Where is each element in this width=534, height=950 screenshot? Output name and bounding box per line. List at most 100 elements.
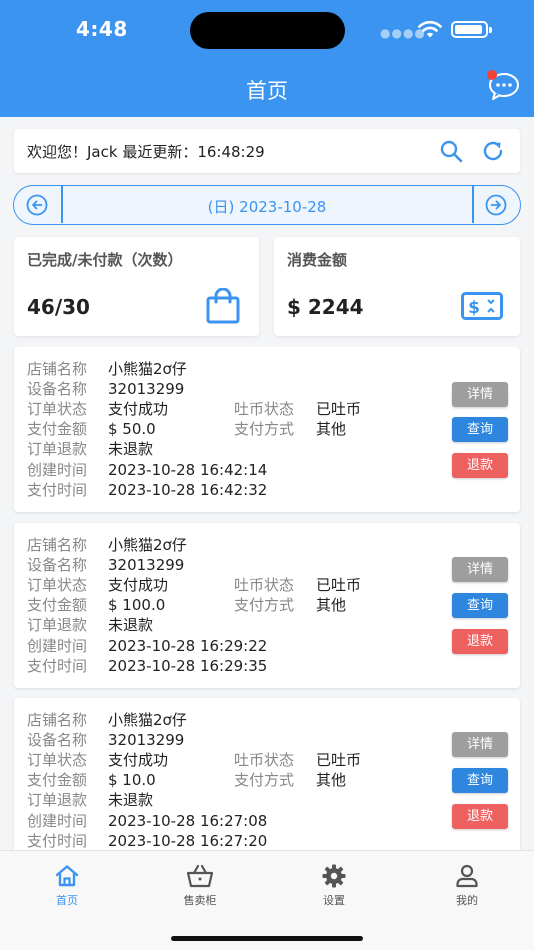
tab-label: 首页 [56,894,78,907]
pay-method: 其他 [316,771,347,789]
shopping-bag-icon [206,288,240,324]
refund-status: 未退款 [108,440,154,458]
coin-status: 已吐币 [316,751,362,769]
gear-icon [322,864,346,888]
refund-button[interactable]: 退款 [452,453,508,478]
field-label: 店铺名称 [27,536,88,554]
created-time: 2023-10-28 16:27:08 [108,812,268,830]
field-label: 吐币状态 [234,576,295,594]
query-button[interactable]: 查询 [452,417,508,442]
welcome-text: 欢迎您！Jack 最近更新：16:48:29 [27,143,265,161]
stat-value: 46/30 [27,295,90,319]
paid-time: 2023-10-28 16:27:20 [108,832,268,850]
field-label: 吐币状态 [234,400,295,418]
camera-notch [190,12,345,49]
detail-button[interactable]: 详情 [452,732,508,757]
field-label: 创建时间 [27,812,88,830]
pay-amount: $ 50.0 [108,420,156,438]
query-button[interactable]: 查询 [452,593,508,618]
field-label: 订单状态 [27,751,88,769]
welcome-bar: 欢迎您！Jack 最近更新：16:48:29 [14,129,520,173]
query-button[interactable]: 查询 [452,768,508,793]
tab-label: 售卖柜 [183,894,217,907]
refresh-icon[interactable] [481,139,505,163]
field-label: 支付金额 [27,771,88,789]
field-label: 店铺名称 [27,360,88,378]
pay-amount: $ 100.0 [108,596,166,614]
shop-name: 小熊猫2ơ仔 [108,360,187,378]
device-name: 32013299 [108,380,185,398]
completed-unpaid-card: 已完成/未付款（次数） 46/30 [14,237,259,336]
device-name: 32013299 [108,556,185,574]
field-label: 店铺名称 [27,711,88,729]
order-card: 店铺名称 小熊猫2ơ仔 设备名称 32013299 订单状态 支付成功 吐币状态 已吐币… [14,698,520,850]
pay-amount: $ 10.0 [108,771,156,789]
tab-home[interactable]: 首页 [17,863,117,908]
order-list[interactable]: 店铺名称 小熊猫2ơ仔 设备名称 32013299 订单状态 支付成功 吐币状态 已吐币… [0,347,534,850]
field-label: 支付时间 [27,657,88,675]
page-title: 首页 [246,79,288,103]
user-icon [456,864,478,888]
field-label: 订单状态 [27,576,88,594]
spend-amount-card: 消费金额 $ 2244 $ [274,237,520,336]
battery-icon [451,21,492,38]
paid-time: 2023-10-28 16:29:35 [108,657,268,675]
field-label: 创建时间 [27,637,88,655]
next-day-button[interactable] [485,194,507,216]
field-label: 设备名称 [27,380,88,398]
detail-button[interactable]: 详情 [452,382,508,407]
field-label: 订单退款 [27,440,88,458]
field-label: 支付金额 [27,596,88,614]
order-card: 店铺名称 小熊猫2ơ仔 设备名称 32013299 订单状态 支付成功 吐币状态 已吐币… [14,523,520,688]
order-status: 支付成功 [108,751,169,769]
header: 4:48 ●●●● 首页 [0,0,534,117]
created-time: 2023-10-28 16:42:14 [108,461,268,479]
coin-status: 已吐币 [316,576,362,594]
field-label: 支付时间 [27,481,88,499]
tab-mine[interactable]: 我的 [417,863,517,908]
refund-status: 未退款 [108,616,154,634]
money-icon: $ [461,292,503,320]
notification-dot [487,70,497,80]
basket-icon [186,864,214,888]
date-navigator: (日) 2023-10-28 [13,185,521,225]
field-label: 支付金额 [27,420,88,438]
paid-time: 2023-10-28 16:42:32 [108,481,268,499]
field-label: 订单退款 [27,791,88,809]
prev-day-button[interactable] [26,194,48,216]
field-label: 创建时间 [27,461,88,479]
tab-settings[interactable]: 设置 [284,863,384,908]
pay-method: 其他 [316,420,347,438]
home-icon [55,865,79,887]
tab-bar: 首页 售卖柜 设置 我的 [0,850,534,950]
field-label: 支付方式 [234,771,295,789]
field-label: 支付时间 [27,832,88,850]
search-icon[interactable] [439,139,463,163]
refund-button[interactable]: 退款 [452,629,508,654]
device-name: 32013299 [108,731,185,749]
home-indicator [171,936,363,941]
shop-name: 小熊猫2ơ仔 [108,711,187,729]
order-status: 支付成功 [108,576,169,594]
field-label: 支付方式 [234,596,295,614]
detail-button[interactable]: 详情 [452,557,508,582]
current-date[interactable]: (日) 2023-10-28 [62,196,472,217]
status-icons: ●●●● [380,18,492,40]
field-label: 订单状态 [27,400,88,418]
created-time: 2023-10-28 16:29:22 [108,637,268,655]
coin-status: 已吐币 [316,400,362,418]
refund-button[interactable]: 退款 [452,804,508,829]
field-label: 订单退款 [27,616,88,634]
field-label: 设备名称 [27,556,88,574]
stat-label: 已完成/未付款（次数） [27,251,183,269]
field-label: 吐币状态 [234,751,295,769]
refund-status: 未退款 [108,791,154,809]
stat-value: $ 2244 [287,295,364,319]
field-label: 设备名称 [27,731,88,749]
shop-name: 小熊猫2ơ仔 [108,536,187,554]
svg-text:$: $ [468,298,480,318]
status-time: 4:48 [76,17,128,41]
wifi-icon [418,20,442,38]
tab-vending[interactable]: 售卖柜 [150,863,250,908]
stat-label: 消费金额 [287,251,348,269]
